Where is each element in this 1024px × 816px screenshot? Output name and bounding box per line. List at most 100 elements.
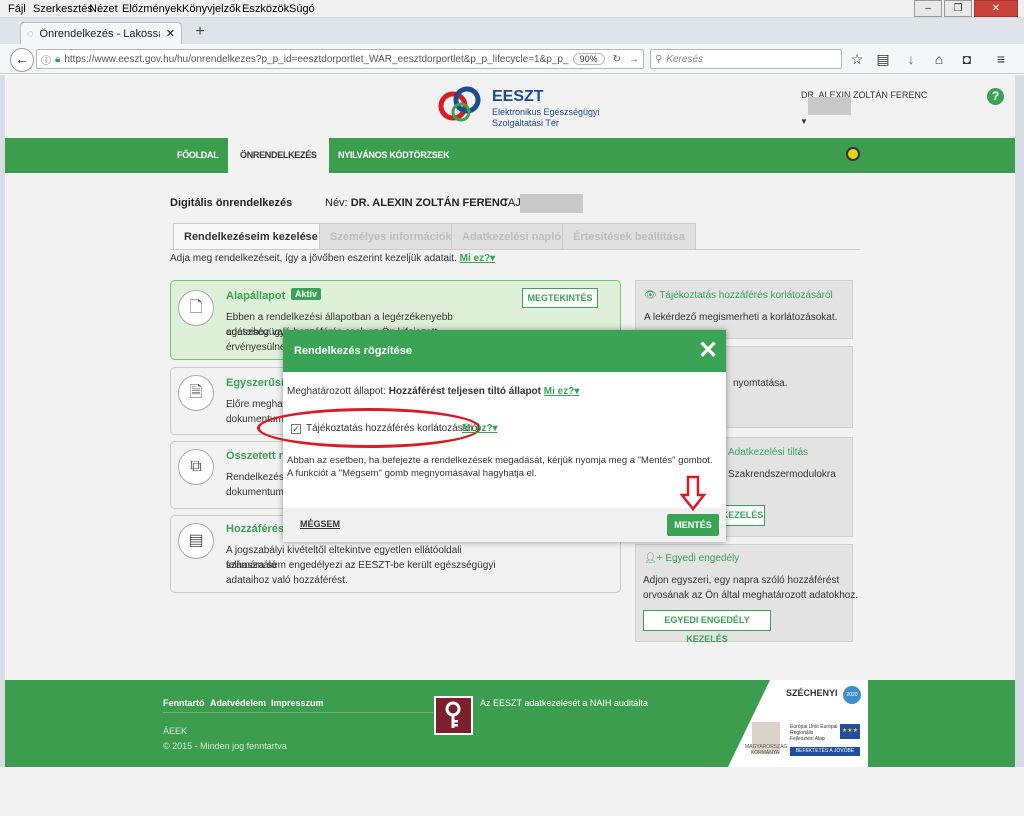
card-text-line: adataihoz való hozzáférést. <box>226 575 348 586</box>
close-icon[interactable]: ✕ <box>698 336 718 365</box>
view-button[interactable]: MEGTEKINTÉS <box>522 288 598 308</box>
nav-item-public-codes[interactable]: NYILVÁNOS KÓDTÖRZSEK <box>326 138 461 173</box>
menu-edit[interactable]: Szerkesztés <box>33 3 93 15</box>
panel-title: 👁︎ Tájékoztatás hozzáférés korlátozásáró… <box>644 290 833 301</box>
panel-title-text: Tájékoztatás hozzáférés korlátozásáról <box>659 290 833 301</box>
eu-flag-icon: ★★★ <box>840 724 860 739</box>
panel-text: A lekérdező megismerheti a korlátozásoka… <box>644 312 838 323</box>
menu-bookmarks[interactable]: Könyvjelzők <box>182 3 241 15</box>
key-icon[interactable] <box>434 696 473 735</box>
close-window-button[interactable]: ✕ <box>974 0 1018 17</box>
government-text: MAGYARORSZÁG KORMÁNYA <box>745 744 788 756</box>
nav-item-self-determination[interactable]: ÖNRENDELKEZÉS <box>228 138 329 173</box>
panel-title: Adatkezelési tiltás <box>728 447 809 458</box>
search-input[interactable]: ⚲ Keresés <box>650 49 842 69</box>
maximize-button[interactable]: ❐ <box>944 0 972 17</box>
bookmark-star-icon[interactable]: ☆ <box>848 50 866 68</box>
nav-item-home[interactable]: FŐOLDAL <box>165 138 230 173</box>
home-icon[interactable]: ⌂ <box>930 50 948 68</box>
forward-icon[interactable]: → <box>629 54 639 65</box>
document-lines-icon: 🗎 <box>178 375 214 411</box>
footer-copyright: © 2015 - Minden jog fenntartva <box>163 741 287 751</box>
instruction-text: A funkciót a "Mégsem" gomb megnyomásával… <box>287 468 537 479</box>
search-placeholder: Keresés <box>666 53 704 65</box>
naih-audit-text[interactable]: Az EESZT adatkezelését a NAIH auditálta <box>480 698 648 708</box>
panel-title-text: Egyedi engedély <box>665 553 740 564</box>
user-menu-chevron-icon[interactable]: ▼ <box>800 117 808 126</box>
menu-tools[interactable]: Eszközök <box>242 3 289 15</box>
menu-view[interactable]: Nézet <box>89 3 118 15</box>
logo-title[interactable]: EESZT <box>492 88 544 106</box>
window-border-right <box>1015 75 1024 767</box>
page-title: Digitális önrendelkezés <box>170 197 293 209</box>
footer-divider <box>163 712 433 713</box>
download-icon[interactable]: ↓ <box>902 50 920 68</box>
checkbox-help-link[interactable]: Mi ez?▾ <box>462 423 498 434</box>
save-button[interactable]: MENTÉS <box>667 514 719 536</box>
tab-manage-declarations[interactable]: Rendelkezéseim kezelése <box>173 223 329 249</box>
individual-permission-button[interactable]: EGYEDI ENGEDÉLY KEZELÉS <box>643 610 771 644</box>
back-button[interactable]: ← <box>10 48 34 72</box>
menu-file[interactable]: Fájl <box>8 3 26 15</box>
manage-ban-button[interactable]: KEZELÉS <box>720 505 765 526</box>
url-bar[interactable]: ⓘ 🔒︎ https://www.eeszt.gov.hu/hu/onrende… <box>36 49 644 69</box>
radiation-icon[interactable] <box>846 147 860 161</box>
panel-title: 👤︎+ Egyedi engedély <box>644 553 739 564</box>
reload-icon[interactable]: ↻ <box>613 54 621 65</box>
invest-future-text: BEFEKTETÉS A JÖVŐBE <box>790 747 860 756</box>
footer-link-imprint[interactable]: Impresszum <box>271 698 324 708</box>
tab-personal-info[interactable]: Személyes információk <box>319 223 463 249</box>
menu-history[interactable]: Előzmények <box>122 3 182 15</box>
tab-title: Önrendelkezés - Lakossági P... <box>39 27 160 40</box>
tab-favicon-icon: ◌ <box>27 27 34 40</box>
info-icon[interactable]: ⓘ <box>41 52 51 67</box>
eu-fund-text: Európai Unió Európai Regionális Fejleszt… <box>790 724 838 742</box>
help-icon[interactable]: ? <box>987 88 1004 105</box>
taj-label: TAJ <box>502 197 521 209</box>
eeszt-logo-icon[interactable] <box>437 84 493 128</box>
document-icon: 🗋 <box>178 290 214 326</box>
name-field: Név: DR. ALEXIN ZOLTÁN FERENC <box>325 197 508 209</box>
page-bottom <box>0 767 1024 816</box>
window-controls: – ❐ ✕ <box>914 0 1018 18</box>
footer-link-privacy[interactable]: Adatvédelem <box>210 698 266 708</box>
logo-subtitle-2: Szolgáltatási Tér <box>492 118 559 128</box>
hamburger-menu-icon[interactable]: ≡ <box>992 50 1010 68</box>
intro-sentence: Adja meg rendelkezéseit, így a jövőben e… <box>170 253 457 264</box>
zoom-indicator[interactable]: 90% <box>572 53 605 65</box>
szechenyi-badge-text: 2020 <box>846 692 858 698</box>
browser-tab[interactable]: ◌ Önrendelkezés - Lakossági P... ✕ <box>20 22 182 44</box>
menu-bar: Fájl Szerkesztés Nézet Előzmények Könyvj… <box>0 0 1024 18</box>
pocket-icon[interactable]: ◘ <box>958 50 976 68</box>
add-user-icon: 👤︎+ <box>644 553 663 564</box>
documents-icon: ⧉ <box>178 449 214 485</box>
name-label: Név: <box>325 197 348 209</box>
notice-checkbox[interactable]: ✓ <box>291 424 301 434</box>
footer-link-operator[interactable]: Fenntartó <box>163 698 205 708</box>
footer-org: ÁEEK <box>163 726 188 736</box>
user-info-redacted <box>808 97 851 115</box>
menu-help[interactable]: Súgó <box>289 3 315 15</box>
tab-notifications[interactable]: Értesítések beállítása <box>562 223 696 249</box>
lock-icon: 🔒︎ <box>55 53 61 65</box>
minimize-button[interactable]: – <box>914 0 942 17</box>
eye-slash-icon: 👁︎ <box>644 290 657 301</box>
logo-subtitle-1: Elektronikus Egészségügyi <box>492 107 600 117</box>
panel-text: Szakrendszermodulokra <box>728 469 836 480</box>
main-nav <box>5 138 1015 173</box>
cancel-button[interactable]: MÉGSEM <box>300 519 340 529</box>
red-arrow-down-icon <box>680 475 706 511</box>
tab-close-icon[interactable]: ✕ <box>166 27 175 40</box>
status-prefix: Meghatározott állapot: <box>287 386 386 397</box>
status-help-link[interactable]: Mi ez?▾ <box>544 386 580 397</box>
search-icon: ⚲ <box>655 53 663 65</box>
checkbox-label[interactable]: Tájékoztatás hozzáférés korlátozásáról <box>306 423 479 434</box>
intro-text: Adja meg rendelkezéseit, így a jövőben e… <box>170 253 495 264</box>
reading-list-icon[interactable]: ▤ <box>874 50 892 68</box>
tab-data-log[interactable]: Adatkezelési napló <box>451 223 573 249</box>
url-text[interactable]: https://www.eeszt.gov.hu/hu/onrendelkeze… <box>64 54 568 65</box>
status-value: Hozzáférést teljesen tiltó állapot <box>388 386 541 397</box>
name-value: DR. ALEXIN ZOLTÁN FERENC <box>350 197 508 209</box>
new-tab-button[interactable]: + <box>190 22 210 42</box>
intro-help-link[interactable]: Mi ez?▾ <box>460 253 496 264</box>
